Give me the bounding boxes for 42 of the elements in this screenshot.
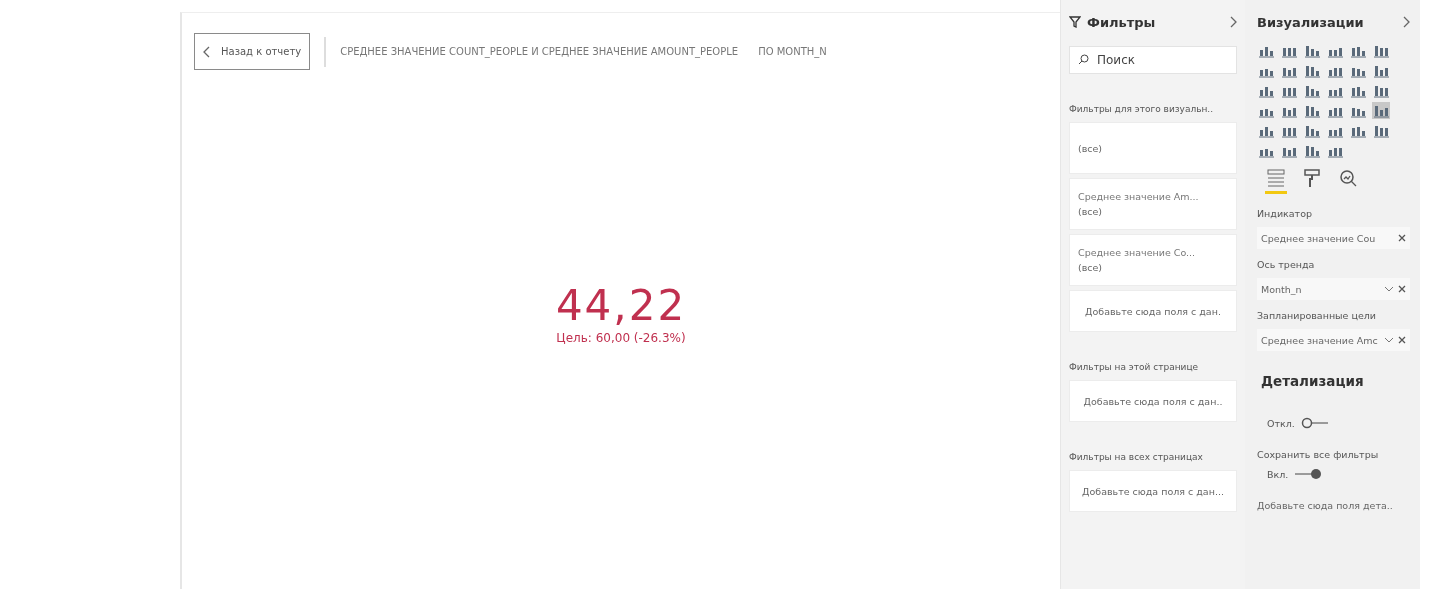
drop-zone[interactable]: Добавьте сюда поля с дан..	[1069, 380, 1237, 422]
close-icon[interactable]	[1398, 234, 1406, 242]
well-label: Индикатор	[1257, 208, 1313, 219]
caret-icon[interactable]	[1384, 286, 1394, 292]
visual-title: СРЕДНЕЕ ЗНАЧЕНИЕ COUNT_PEOPLE И СРЕДНЕЕ ЗНАЧЕНИЕ AMOUNT_PEOPLE	[340, 46, 739, 57]
toggle-switch[interactable]	[1300, 417, 1329, 429]
fields-tab-icon[interactable]	[1265, 167, 1287, 194]
field-well[interactable]: Среднее значение Cou	[1257, 227, 1410, 249]
chart-type-icon[interactable]	[1372, 102, 1390, 119]
chevron-icon[interactable]	[1402, 16, 1410, 28]
section-heading: Фильтры на всех страницах	[1069, 452, 1204, 462]
toggle-switch[interactable]	[1294, 468, 1323, 480]
pane-title: Визуализации	[1257, 14, 1365, 30]
field-well[interactable]: Month_n	[1257, 278, 1410, 300]
chevron-icon[interactable]	[1229, 16, 1237, 28]
caret-icon[interactable]	[1384, 337, 1394, 343]
close-icon[interactable]	[1398, 336, 1406, 344]
section-heading: Фильтры на этой странице	[1069, 362, 1200, 372]
search-field[interactable]: Поиск	[1069, 46, 1237, 74]
section-heading: Фильтры для этого визуальн..	[1069, 104, 1215, 114]
filter-card[interactable]: Среднее значение Am... (все)	[1069, 178, 1237, 230]
pane-title: Фильтры	[1087, 14, 1157, 30]
drop-zone[interactable]: Добавьте сюда поля с дан...	[1069, 470, 1237, 512]
toggle-state: Вкл.	[1267, 468, 1289, 480]
back-button[interactable]: Назад к отчету	[194, 33, 311, 70]
chevron-icon[interactable]	[203, 45, 211, 58]
well-label: Ось тренда	[1257, 259, 1316, 270]
kpi-goal: Цель: 60,00 (-26.3%)	[556, 331, 686, 345]
field-well[interactable]: Среднее значение Amc	[1257, 329, 1410, 351]
drop-zone[interactable]: Добавьте сюда поля с дан.	[1069, 290, 1237, 332]
drop-zone[interactable]: Добавьте сюда поля дета..	[1257, 500, 1410, 511]
section-heading: Детализация	[1261, 373, 1365, 389]
toggle-label: Сохранить все фильтры	[1257, 449, 1380, 460]
filter-card[interactable]: (все)	[1069, 122, 1237, 174]
toggle-state: Откл.	[1267, 417, 1295, 429]
filter-icon	[1069, 16, 1081, 28]
well-label: Запланированные цели	[1257, 310, 1377, 321]
search-icon	[1078, 54, 1089, 65]
kpi-value: 44,22	[555, 285, 687, 327]
close-icon[interactable]	[1398, 285, 1406, 293]
visual-title-suffix: ПО MONTH_N	[758, 46, 827, 57]
filter-card[interactable]: Среднее значение Co... (все)	[1069, 234, 1237, 286]
